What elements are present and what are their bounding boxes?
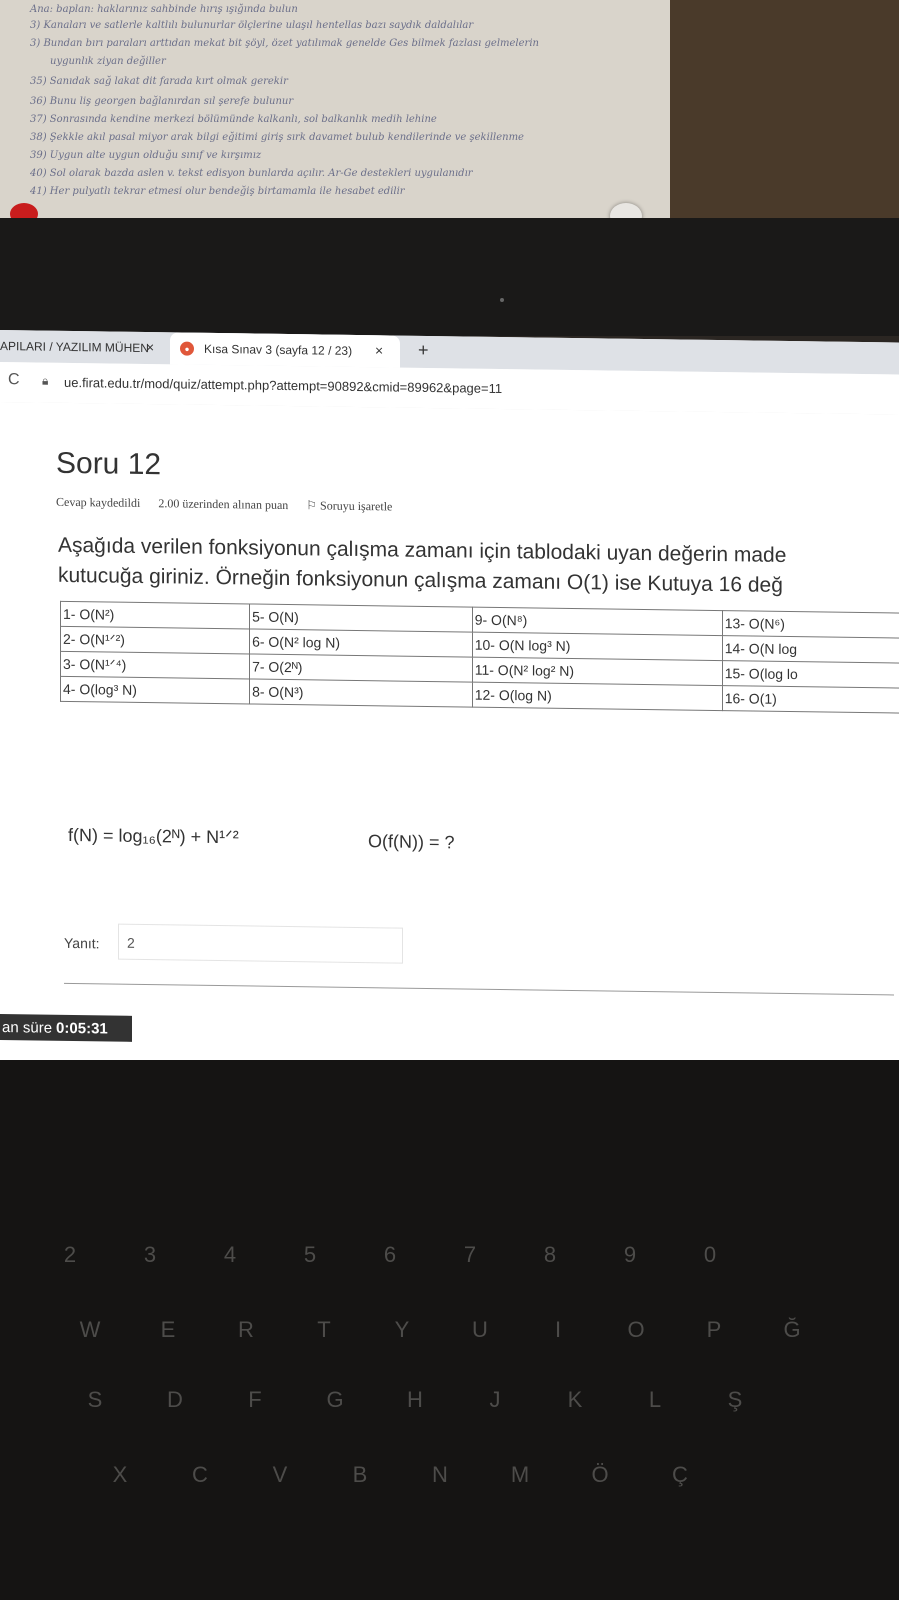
note-line: Ana: baplan: haklarınız sahbinde hırış ı… (30, 4, 298, 15)
keyboard-key: 2 (63, 1242, 77, 1267)
answer-label: Yanıt: (64, 934, 100, 952)
moodle-icon: ● (180, 341, 194, 356)
keyboard-key: 4 (223, 1242, 237, 1267)
keyboard-key: Ş (727, 1387, 743, 1412)
keyboard-key: 6 (383, 1242, 397, 1267)
table-cell: 11- O(N² log² N) (472, 657, 723, 686)
table-cell: 15- O(log lo (722, 660, 899, 689)
keyboard-key: Ğ (783, 1317, 801, 1342)
note-line: 39) Uygun alte uygun olduğu sınıf ve kır… (30, 150, 262, 161)
flag-question-link[interactable]: ⚐ Soruyu işaretle (306, 498, 392, 514)
quiz-timer: an süre 0:05:31 (0, 1014, 132, 1042)
keyboard-key: J (489, 1387, 501, 1412)
keyboard-key: H (407, 1387, 423, 1412)
keyboard-key: C (192, 1462, 208, 1487)
keyboard-key: 5 (303, 1242, 317, 1267)
keyboard-key: 7 (463, 1242, 477, 1267)
keyboard-key: O (627, 1317, 645, 1342)
keyboard-key: M (510, 1462, 530, 1487)
table-cell: 9- O(N⁸) (472, 607, 723, 636)
answer-input[interactable]: 2 (118, 923, 403, 964)
tab-title: APILARI / YAZILIM MÜHEN (0, 339, 149, 356)
keyboard-key: F (248, 1387, 262, 1412)
timer-value: 0:05:31 (56, 1019, 108, 1038)
keyboard-key: E (160, 1317, 176, 1342)
keyboard-key: 8 (543, 1242, 557, 1267)
keyboard-key: 9 (623, 1242, 637, 1267)
table-cell: 2- O(N¹ᐟ²) (60, 626, 250, 654)
keyboard-key: W (79, 1317, 101, 1342)
webcam-icon (500, 298, 504, 302)
note-line: 38) Şekkle akıl pasal miyor arak bilgi e… (30, 132, 524, 143)
divider (64, 982, 894, 996)
keyboard-key: 3 (143, 1242, 157, 1267)
table-cell: 13- O(N⁶) (722, 610, 899, 639)
points-text: 2.00 üzerinden alınan puan (158, 496, 289, 513)
keyboard-key: B (352, 1462, 368, 1487)
note-line: 41) Her pulyatlı tekrar etmesi olur bend… (30, 186, 405, 197)
keyboard-key: Ö (591, 1462, 609, 1487)
tab-course[interactable]: APILARI / YAZILIM MÜHEN × (0, 330, 170, 364)
keyboard-key: Y (394, 1317, 410, 1342)
url-field[interactable]: ue.firat.edu.tr/mod/quiz/attempt.php?att… (64, 375, 502, 396)
note-line: 3) Kanaları ve satlerle kaltlılı bulunur… (30, 20, 474, 31)
keyboard-key: D (167, 1387, 183, 1412)
keyboard-key: T (317, 1317, 331, 1342)
note-line: 36) Bunu liş georgen bağlanırdan sıl şer… (30, 96, 294, 107)
keyboard-key: 0 (703, 1242, 717, 1267)
tab-title: Kısa Sınav 3 (sayfa 12 / 23) (204, 341, 353, 358)
keyboard-key: V (272, 1462, 288, 1487)
table-cell: 14- O(N log (722, 635, 899, 664)
keyboard-key: I (554, 1317, 562, 1342)
lock-icon: 🔒︎ (42, 373, 49, 388)
question-text: Aşağıda verilen fonksiyonun çalışma zama… (58, 533, 787, 597)
table-cell: 6- O(N² log N) (249, 628, 473, 658)
keyboard-key: U (472, 1317, 488, 1342)
keyboard: 2 3 4 5 6 7 8 9 0 W E R T Y U I O P Ğ S D F G H J K L Ş X C V B N M Ö Ç (0, 1060, 899, 1600)
question-meta: Cevap kaydedildi 2.00 üzerinden alınan p… (56, 495, 392, 515)
note-line: 37) Sonrasında kendine merkezi bölümünde… (30, 114, 437, 125)
laptop-bezel (0, 218, 899, 336)
new-tab-button[interactable]: + (418, 340, 429, 361)
table-cell: 10- O(N log³ N) (472, 632, 723, 661)
table-cell: 12- O(log N) (472, 682, 723, 711)
table-cell: 16- O(1) (722, 685, 899, 714)
page-content: Soru 12 Cevap kaydedildi 2.00 üzerinden … (0, 402, 899, 1083)
close-icon[interactable]: × (146, 339, 154, 355)
table-cell: 1- O(N²) (60, 601, 250, 629)
keyboard-key: S (87, 1387, 103, 1412)
status-text: Cevap kaydedildi (56, 494, 141, 510)
close-icon[interactable]: × (375, 342, 383, 358)
keyboard-key: L (648, 1387, 662, 1412)
keyboard-key: G (326, 1387, 344, 1412)
timer-label: an süre (2, 1018, 53, 1037)
note-line: 40) Sol olarak bazda aslen v. tekst edis… (30, 168, 473, 179)
keyboard-key: R (238, 1317, 254, 1342)
note-line: 3) Bundan bırı paraları arttıdan mekat b… (30, 38, 539, 49)
keyboard-key: X (112, 1462, 128, 1487)
table-cell: 8- O(N³) (249, 678, 473, 708)
laptop-screen: APILARI / YAZILIM MÜHEN × ● Kısa Sınav 3… (0, 330, 899, 1083)
question-title: Soru 12 (56, 446, 162, 482)
note-line: 35) Sanıdak sağ lakat dit farada kırt ol… (30, 76, 288, 87)
table-cell: 4- O(log³ N) (60, 676, 250, 704)
keyboard-key: P (706, 1317, 722, 1342)
keyboard-key: Ç (672, 1462, 688, 1487)
function-formula: f(N) = log₁₆(2ᴺ) + N¹ᐟ² (68, 824, 239, 848)
options-table: 1- O(N²) 5- O(N) 9- O(N⁸) 13- O(N⁶) 2- O(N¹ᐟ… (60, 601, 899, 714)
keyboard-key: K (567, 1387, 583, 1412)
complexity-question: O(f(N)) = ? (368, 831, 455, 853)
keyboard-key: N (432, 1462, 448, 1487)
reload-icon[interactable]: C (8, 371, 20, 389)
tab-quiz[interactable]: ● Kısa Sınav 3 (sayfa 12 / 23) × (170, 332, 400, 368)
handwritten-paper: Ana: baplan: haklarınız sahbinde hırış ı… (0, 0, 670, 235)
note-line: uygunlık ziyan değiller (50, 56, 166, 67)
table-cell: 5- O(N) (249, 603, 473, 633)
flag-icon: ⚐ (306, 498, 321, 513)
table-cell: 3- O(N¹ᐟ⁴) (60, 651, 250, 679)
table-cell: 7- O(2ᴺ) (249, 653, 473, 683)
